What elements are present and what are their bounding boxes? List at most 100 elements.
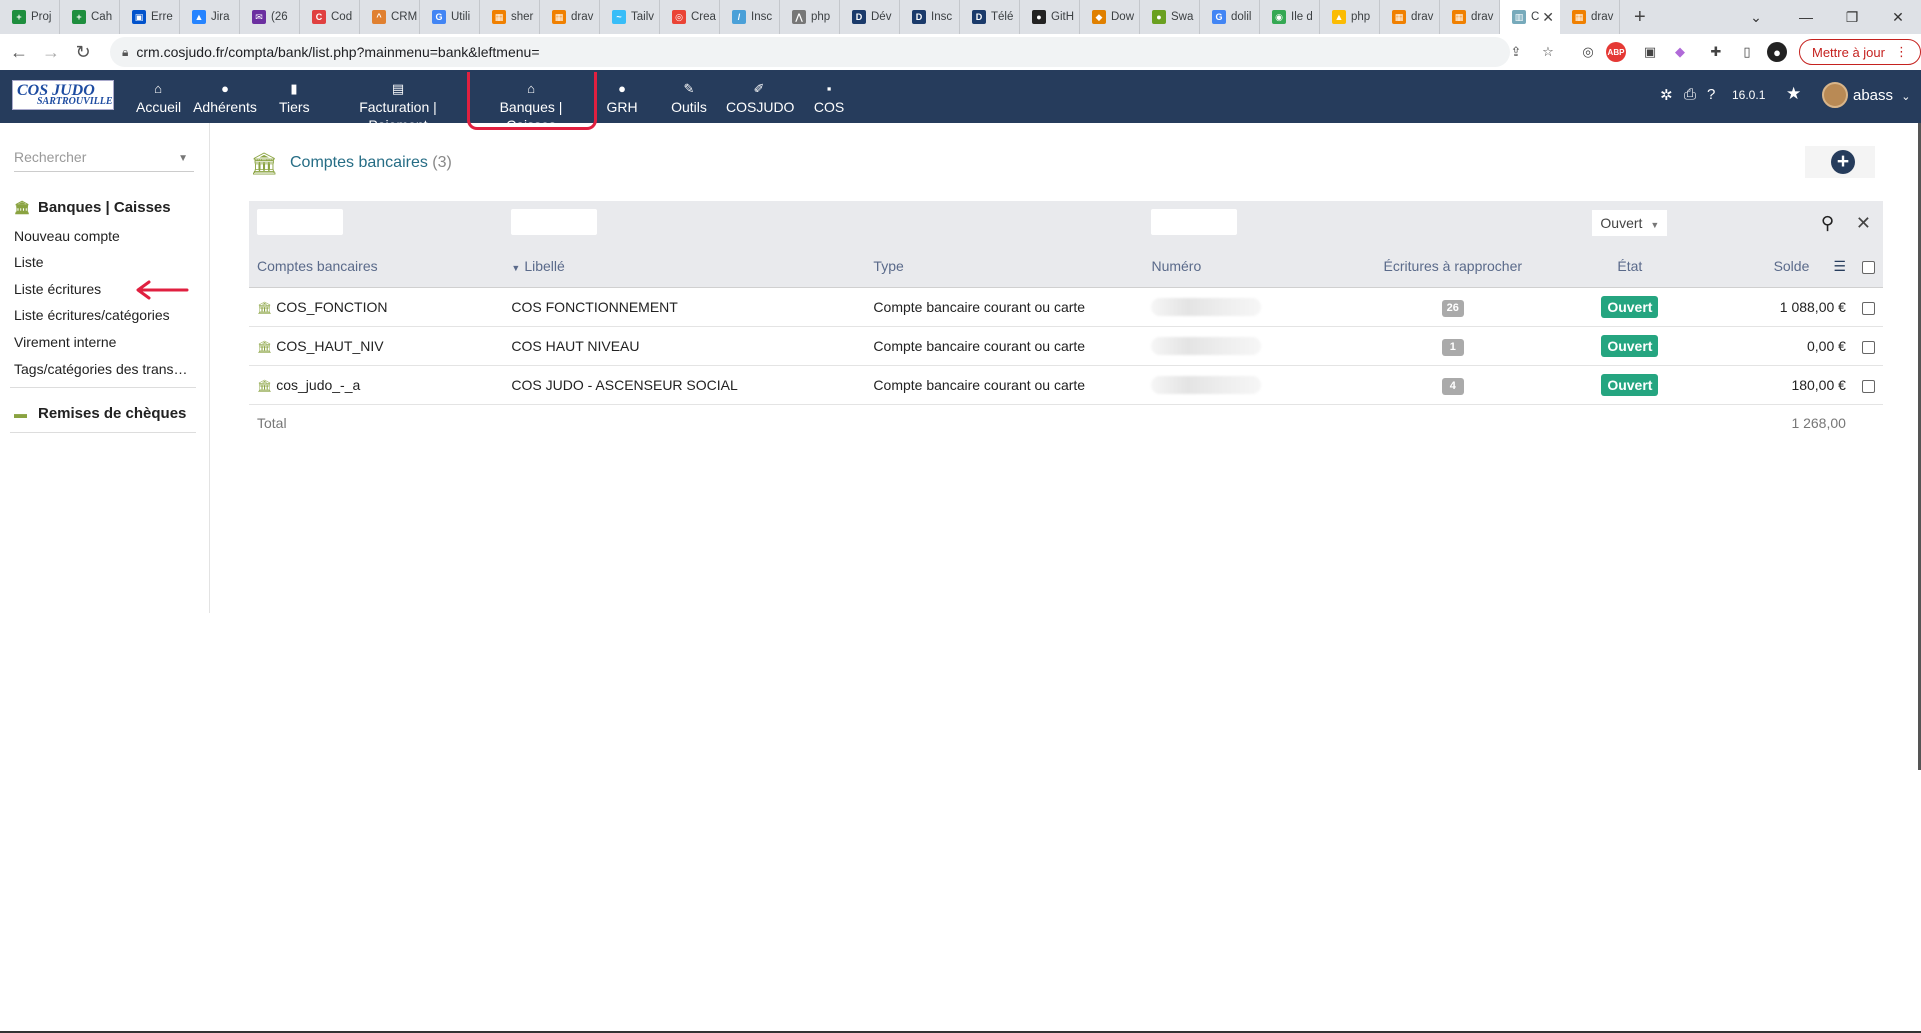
logo[interactable]: COS JUDO SARTROUVILLE bbox=[12, 80, 114, 110]
add-account-button[interactable]: + bbox=[1805, 146, 1875, 178]
column-header-type[interactable]: Type bbox=[865, 245, 1144, 288]
filter-ref-input[interactable] bbox=[257, 208, 343, 235]
column-header-account[interactable]: Comptes bancaires bbox=[249, 245, 504, 288]
menu-item-adhérents[interactable]: ● Adhérents bbox=[193, 80, 257, 116]
sidebar-item-entries-categories[interactable]: Liste écritures/catégories bbox=[14, 307, 170, 323]
puzzle-icon[interactable]: ✚ bbox=[1706, 42, 1726, 62]
browser-tab[interactable]: ▲ Jira bbox=[180, 0, 240, 34]
browser-tab[interactable]: / Insc bbox=[720, 0, 780, 34]
browser-tab[interactable]: ✉ (26 bbox=[240, 0, 300, 34]
browser-tab[interactable]: ◎ Crea bbox=[660, 0, 720, 34]
pending-badge[interactable]: 26 bbox=[1441, 299, 1464, 317]
browser-tab[interactable]: Gdolil bbox=[1200, 0, 1260, 34]
browser-tab[interactable]: ◉ Ile d bbox=[1260, 0, 1320, 34]
menu-item-grh[interactable]: ● GRH bbox=[604, 80, 640, 116]
share-icon[interactable]: ⇪ bbox=[1506, 42, 1526, 62]
balance[interactable]: 180,00 € bbox=[1687, 365, 1854, 405]
avatar[interactable] bbox=[1822, 82, 1848, 108]
browser-tab[interactable]: ▣ Erre bbox=[120, 0, 180, 34]
browser-tab[interactable]: + Proj bbox=[0, 0, 60, 34]
browser-tab[interactable]: D Dév bbox=[840, 0, 900, 34]
column-header-pending[interactable]: Écritures à rapprocher bbox=[1333, 245, 1573, 288]
list-columns-icon[interactable]: ☰ bbox=[1833, 258, 1846, 274]
select-all-checkbox[interactable] bbox=[1861, 260, 1875, 274]
pending-badge[interactable]: 1 bbox=[1441, 338, 1464, 356]
bookmark-star-icon[interactable]: ☆ bbox=[1538, 42, 1558, 62]
menu-item-tiers[interactable]: ▮ Tiers bbox=[279, 80, 310, 116]
restore-icon[interactable]: ❐ bbox=[1829, 0, 1875, 34]
sidebar-item-list[interactable]: Liste bbox=[14, 254, 44, 270]
status-filter-select[interactable]: Ouvert ▼ bbox=[1592, 210, 1668, 236]
browser-tab[interactable]: D Télé bbox=[960, 0, 1020, 34]
sidebar-item-entries[interactable]: Liste écritures bbox=[14, 281, 101, 297]
menu-item-cos[interactable]: ▪ COS bbox=[813, 80, 845, 116]
user-menu[interactable]: abass ⌄ bbox=[1853, 87, 1910, 104]
menu-item-outils[interactable]: ✎ Outils bbox=[670, 80, 708, 116]
extension-icon[interactable]: ◆ bbox=[1670, 42, 1690, 62]
new-tab-icon[interactable]: + bbox=[1634, 6, 1646, 29]
browser-tab[interactable]: ● GitH bbox=[1020, 0, 1080, 34]
browser-tab[interactable]: ~ Tailv bbox=[600, 0, 660, 34]
sidepanel-icon[interactable]: ▯ bbox=[1737, 42, 1757, 62]
browser-tab[interactable]: ▦ sher bbox=[480, 0, 540, 34]
account-ref-link[interactable]: COS_FONCTION bbox=[276, 299, 387, 315]
account-ref-link[interactable]: COS_HAUT_NIV bbox=[276, 338, 383, 354]
row-checkbox[interactable] bbox=[1861, 340, 1875, 354]
browser-tab[interactable]: ◆ Dow bbox=[1080, 0, 1140, 34]
account-ref-link[interactable]: cos_judo_-_a bbox=[276, 377, 360, 393]
help-icon[interactable]: ? bbox=[1707, 86, 1715, 103]
balance[interactable]: 1 088,00 € bbox=[1687, 287, 1854, 327]
filter-number-input[interactable] bbox=[1151, 208, 1238, 235]
close-window-icon[interactable]: ✕ bbox=[1875, 0, 1921, 34]
back-icon[interactable]: ← bbox=[6, 42, 32, 63]
profile-icon[interactable]: ● bbox=[1767, 42, 1787, 62]
browser-tab[interactable]: ▦ drav bbox=[1440, 0, 1500, 34]
column-header-status[interactable]: État bbox=[1572, 245, 1688, 288]
menu-item-cosjudo[interactable]: ✐ COSJUDO bbox=[726, 80, 794, 116]
filter-label-input[interactable] bbox=[511, 208, 598, 235]
browser-tab[interactable]: ▦ drav bbox=[1560, 0, 1620, 34]
browser-tab[interactable]: ▲ php bbox=[1320, 0, 1380, 34]
address-bar[interactable]: 🔒︎ crm.cosjudo.fr/compta/bank/list.php?m… bbox=[110, 37, 1510, 67]
menu-item-accueil[interactable]: ⌂ Accueil bbox=[136, 80, 181, 116]
reload-icon[interactable]: ↻ bbox=[70, 42, 96, 63]
print-icon[interactable]: ⎙ bbox=[1684, 86, 1696, 103]
clear-filter-icon[interactable]: ✕ bbox=[1856, 213, 1871, 233]
pending-badge[interactable]: 4 bbox=[1441, 377, 1464, 395]
row-checkbox[interactable] bbox=[1861, 379, 1875, 393]
sidebar-item-internal-transfer[interactable]: Virement interne bbox=[14, 334, 116, 350]
forward-icon[interactable]: → bbox=[38, 42, 64, 63]
sidebar-section-cheques[interactable]: ▬ Remises de chèques bbox=[14, 405, 186, 422]
browser-tab[interactable]: ^ CRM bbox=[360, 0, 420, 34]
sidebar-item-new-account[interactable]: Nouveau compte bbox=[14, 228, 120, 244]
extension-icon[interactable]: ◎ bbox=[1578, 42, 1598, 62]
browser-tab[interactable]: C Cod bbox=[300, 0, 360, 34]
column-header-number[interactable]: Numéro bbox=[1143, 245, 1334, 288]
column-header-label[interactable]: ▼ Libellé bbox=[503, 245, 866, 288]
balance[interactable]: 0,00 € bbox=[1687, 326, 1854, 366]
sidebar-section-bank[interactable]: 🏛︎ Banques | Caisses bbox=[14, 199, 171, 216]
browser-tab[interactable]: D Insc bbox=[900, 0, 960, 34]
tab-title: Insc bbox=[751, 11, 773, 23]
browser-tab[interactable]: + Cah bbox=[60, 0, 120, 34]
browser-tab[interactable]: ● Swa bbox=[1140, 0, 1200, 34]
browser-tab[interactable]: ▥ C ✕ bbox=[1500, 0, 1560, 34]
adblock-icon[interactable]: ABP bbox=[1606, 42, 1626, 62]
menu-item-facturation-paiement[interactable]: ▤ Facturation | Paiement bbox=[331, 80, 465, 134]
browser-tab[interactable]: ▦ drav bbox=[540, 0, 600, 34]
bookmarks-star-icon[interactable]: ★ bbox=[1786, 84, 1801, 104]
minimize-icon[interactable]: — bbox=[1783, 0, 1829, 34]
tab-search-icon[interactable]: ⌄ bbox=[1733, 0, 1779, 34]
search-input[interactable]: Rechercher ▼ bbox=[14, 149, 194, 172]
update-button[interactable]: Mettre à jour ⋮ bbox=[1799, 39, 1921, 65]
column-header-balance[interactable]: Solde ☰ bbox=[1687, 245, 1854, 288]
bug-icon[interactable]: ✲ bbox=[1660, 86, 1673, 104]
browser-tab[interactable]: ▦ drav bbox=[1380, 0, 1440, 34]
search-icon[interactable]: ⚲ bbox=[1821, 213, 1834, 233]
close-tab-icon[interactable]: ✕ bbox=[1542, 9, 1554, 26]
sidebar-item-tags[interactable]: Tags/catégories des transactions bbox=[14, 361, 194, 377]
browser-tab[interactable]: G Utili bbox=[420, 0, 480, 34]
extension-icon[interactable]: ▣ bbox=[1640, 42, 1660, 62]
row-checkbox[interactable] bbox=[1861, 301, 1875, 315]
browser-tab[interactable]: ⋀ php bbox=[780, 0, 840, 34]
